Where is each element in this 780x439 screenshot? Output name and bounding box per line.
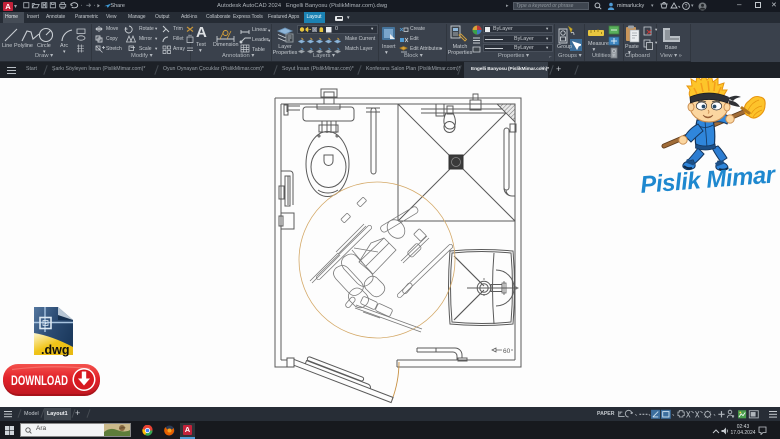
svg-text:.dwg: .dwg bbox=[41, 343, 69, 357]
svg-text:DOWNLOAD: DOWNLOAD bbox=[11, 372, 68, 388]
svg-text:60: 60 bbox=[503, 348, 511, 355]
svg-text:Pislik Mimar: Pislik Mimar bbox=[639, 161, 777, 199]
svg-text:?: ? bbox=[685, 4, 688, 10]
